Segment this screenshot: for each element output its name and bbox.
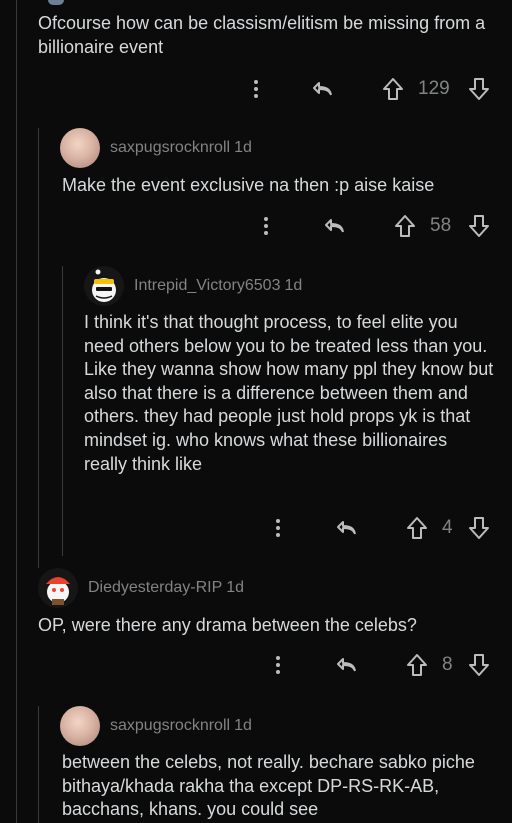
thread-line[interactable] — [38, 706, 39, 823]
more-options-icon[interactable] — [268, 516, 288, 540]
comment-actions: 4 — [266, 513, 512, 543]
comment-actions: 129 — [240, 74, 512, 104]
username[interactable]: saxpugsrocknroll — [110, 139, 230, 157]
comment-body: Ofcourse how can be classism/elitism be … — [38, 13, 486, 57]
reply-icon[interactable] — [322, 214, 348, 238]
comment-age: 1d — [234, 139, 252, 156]
username[interactable]: Intrepid_Victory6503 — [134, 277, 280, 295]
collapsed-indicator — [48, 0, 64, 5]
upvote-icon[interactable] — [404, 515, 430, 541]
comment-actions: 8 — [266, 650, 512, 680]
more-options-icon[interactable] — [256, 214, 276, 238]
comment-age: 1d — [234, 717, 252, 734]
avatar[interactable] — [38, 568, 78, 608]
avatar[interactable] — [60, 128, 100, 168]
thread-line[interactable] — [16, 0, 17, 823]
avatar[interactable] — [60, 706, 100, 746]
more-options-icon[interactable] — [246, 77, 266, 101]
thread-line[interactable] — [38, 128, 39, 568]
comment-header: saxpugsrocknroll 1d — [60, 128, 252, 168]
downvote-icon[interactable] — [466, 652, 492, 678]
downvote-icon[interactable] — [466, 76, 492, 102]
comment-age: 1d — [226, 579, 245, 596]
comment-actions: 58 — [250, 211, 512, 241]
comment-body: I think it's that thought process, to fe… — [84, 312, 494, 474]
avatar[interactable] — [84, 266, 124, 306]
comment-body: between the celebs, not really. bechare … — [62, 752, 475, 820]
username[interactable]: Diedyesterday-RIP — [88, 579, 222, 597]
comment-body: OP, were there any drama between the cel… — [38, 615, 417, 635]
reply-icon[interactable] — [334, 516, 360, 540]
reply-icon[interactable] — [310, 77, 336, 101]
comment-header: Intrepid_Victory6503 1d — [84, 266, 302, 306]
comment-header: Diedyesterday-RIP 1d — [38, 568, 244, 608]
comment-header: saxpugsrocknroll 1d — [60, 706, 252, 746]
vote-count: 8 — [442, 654, 453, 675]
vote-count: 129 — [418, 78, 450, 99]
comment-age: 1d — [284, 277, 303, 294]
downvote-icon[interactable] — [466, 213, 492, 239]
username[interactable]: saxpugsrocknroll — [110, 717, 230, 735]
thread-line[interactable] — [62, 266, 63, 556]
vote-count: 58 — [430, 215, 452, 236]
upvote-icon[interactable] — [380, 76, 406, 102]
more-options-icon[interactable] — [268, 653, 288, 677]
vote-count: 4 — [442, 517, 453, 538]
comment-body: Make the event exclusive na then :p aise… — [62, 175, 435, 195]
upvote-icon[interactable] — [392, 213, 418, 239]
reply-icon[interactable] — [334, 653, 360, 677]
downvote-icon[interactable] — [466, 515, 492, 541]
upvote-icon[interactable] — [404, 652, 430, 678]
